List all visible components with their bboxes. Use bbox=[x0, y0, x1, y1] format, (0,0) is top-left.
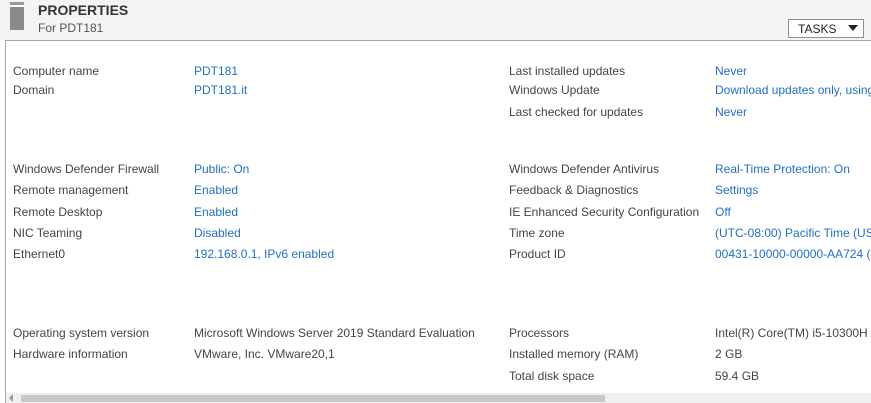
last-installed-updates-label: Last installed updates bbox=[509, 64, 626, 78]
hardware-info-value: VMware, Inc. VMware20,1 bbox=[194, 347, 335, 361]
os-version-label: Operating system version bbox=[13, 326, 150, 340]
windows-update-label: Windows Update bbox=[509, 83, 600, 97]
remote-management-link[interactable]: Enabled bbox=[194, 182, 238, 198]
properties-panel: Computer name PDT181 Domain PDT181.it La… bbox=[5, 40, 871, 403]
antivirus-label: Windows Defender Antivirus bbox=[509, 162, 660, 176]
firewall-link[interactable]: Public: On bbox=[194, 161, 249, 177]
firewall-label: Windows Defender Firewall bbox=[13, 162, 160, 176]
last-checked-updates-link[interactable]: Never bbox=[715, 104, 747, 120]
tasks-button[interactable]: TASKS bbox=[788, 19, 864, 38]
domain-link[interactable]: PDT181.it bbox=[194, 82, 247, 98]
ie-esc-link[interactable]: Off bbox=[715, 204, 731, 220]
chevron-down-icon bbox=[848, 25, 858, 31]
antivirus-link[interactable]: Real-Time Protection: On bbox=[715, 161, 850, 177]
tasks-button-label: TASKS bbox=[798, 22, 837, 36]
page-title: PROPERTIES bbox=[38, 2, 129, 18]
os-version-value: Microsoft Windows Server 2019 Standard E… bbox=[194, 326, 475, 340]
last-checked-updates-label: Last checked for updates bbox=[509, 105, 644, 119]
time-zone-label: Time zone bbox=[509, 226, 565, 240]
domain-label: Domain bbox=[13, 83, 55, 97]
total-disk-space-label: Total disk space bbox=[509, 369, 595, 383]
ethernet-link[interactable]: 192.168.0.1, IPv6 enabled bbox=[194, 246, 334, 262]
processors-label: Processors bbox=[509, 326, 570, 340]
nic-teaming-label: NIC Teaming bbox=[13, 226, 83, 240]
properties-tile-icon bbox=[10, 2, 24, 30]
processors-value: Intel(R) Core(TM) i5-10300H CPU @ 2.50GH… bbox=[715, 326, 871, 340]
nic-teaming-link[interactable]: Disabled bbox=[194, 225, 241, 241]
ethernet-label: Ethernet0 bbox=[13, 247, 66, 261]
page-subtitle: For PDT181 bbox=[38, 21, 104, 35]
ie-esc-label: IE Enhanced Security Configuration bbox=[509, 205, 700, 219]
total-disk-space-value: 59.4 GB bbox=[715, 369, 760, 383]
properties-header: PROPERTIES For PDT181 TASKS bbox=[0, 0, 871, 40]
time-zone-link[interactable]: (UTC-08:00) Pacific Time (US & Canada) bbox=[715, 225, 871, 241]
hardware-info-label: Hardware information bbox=[13, 347, 128, 361]
installed-memory-value: 2 GB bbox=[715, 347, 743, 361]
computer-name-link[interactable]: PDT181 bbox=[194, 63, 238, 79]
remote-desktop-label: Remote Desktop bbox=[13, 205, 103, 219]
windows-update-link[interactable]: Download updates only, using Windows Upd… bbox=[715, 82, 871, 98]
remote-desktop-link[interactable]: Enabled bbox=[194, 204, 238, 220]
last-installed-updates-link[interactable]: Never bbox=[715, 63, 747, 79]
scrollbar-thumb[interactable] bbox=[21, 395, 605, 402]
scroll-left-arrow-icon[interactable] bbox=[9, 394, 13, 402]
product-id-link[interactable]: 00431-10000-00000-AA724 (activated) bbox=[715, 246, 871, 262]
installed-memory-label: Installed memory (RAM) bbox=[509, 347, 639, 361]
remote-management-label: Remote management bbox=[13, 183, 129, 197]
horizontal-scrollbar[interactable] bbox=[6, 393, 871, 403]
feedback-diagnostics-link[interactable]: Settings bbox=[715, 182, 758, 198]
feedback-diagnostics-label: Feedback & Diagnostics bbox=[509, 183, 639, 197]
product-id-label: Product ID bbox=[509, 247, 566, 261]
computer-name-label: Computer name bbox=[13, 64, 100, 78]
